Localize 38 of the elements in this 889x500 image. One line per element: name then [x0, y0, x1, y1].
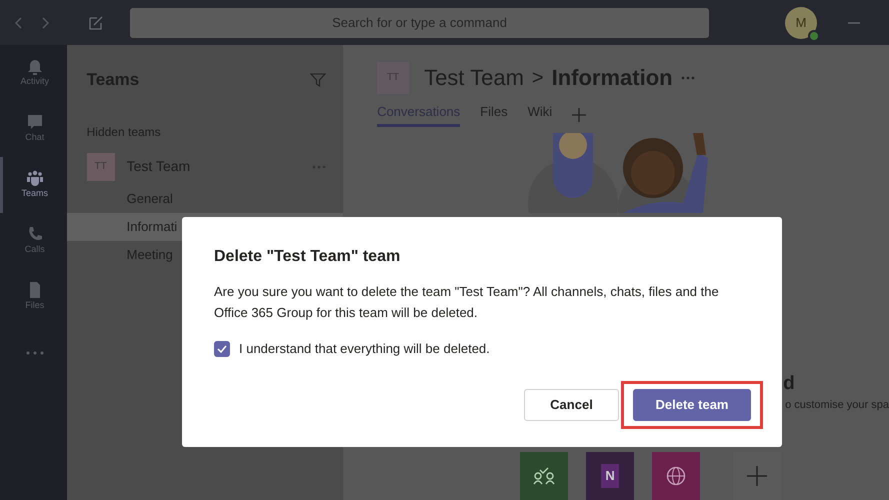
dialog-title: Delete "Test Team" team [214, 247, 402, 267]
filter-icon[interactable] [310, 72, 326, 88]
rail-item[interactable]: Files [0, 269, 67, 325]
welcome-caption: o customise your spa [785, 398, 889, 413]
checkbox[interactable] [214, 340, 230, 357]
dialog-message: Are you sure you want to delete the team "Test Team"? All channels, chats, files and the Office 365 Group for this team will be deleted. [214, 283, 720, 322]
add-icon[interactable] [572, 108, 586, 122]
breadcrumb-separator: > [532, 66, 544, 90]
people-check-icon [533, 467, 556, 485]
more-icon[interactable] [26, 351, 44, 355]
bell-icon [26, 57, 44, 76]
cancel-button[interactable]: Cancel [524, 388, 619, 420]
add-app-tile[interactable] [733, 452, 782, 500]
chat-icon [26, 113, 44, 132]
app-glyph: N [601, 464, 619, 488]
checkbox-label: I understand that everything will be deleted. [239, 340, 490, 358]
check-icon [217, 344, 227, 353]
rail-item[interactable]: Chat [0, 101, 67, 157]
back-icon[interactable] [14, 16, 24, 30]
rail-item[interactable]: Calls [0, 213, 67, 269]
avatar-initial: M [796, 14, 806, 32]
delete-button[interactable]: Delete team [633, 388, 751, 420]
website-app-tile[interactable] [652, 452, 700, 500]
more-options-icon[interactable] [680, 76, 695, 80]
rail-item[interactable]: Activity [0, 45, 67, 101]
forward-icon[interactable] [40, 16, 50, 30]
welcome-heading: d [783, 373, 796, 395]
globe-icon [666, 466, 686, 486]
people-icon [26, 169, 44, 188]
status-icon [808, 30, 820, 42]
add-icon [747, 466, 768, 486]
avatar[interactable]: M [785, 6, 817, 38]
onenote-app-tile[interactable]: N [586, 452, 634, 500]
team-title: Test Team [424, 64, 524, 92]
channel-title: Information [552, 64, 673, 92]
planner-app-tile[interactable] [520, 452, 568, 500]
compose-icon[interactable] [88, 14, 104, 30]
minimize-icon[interactable] [848, 20, 860, 24]
